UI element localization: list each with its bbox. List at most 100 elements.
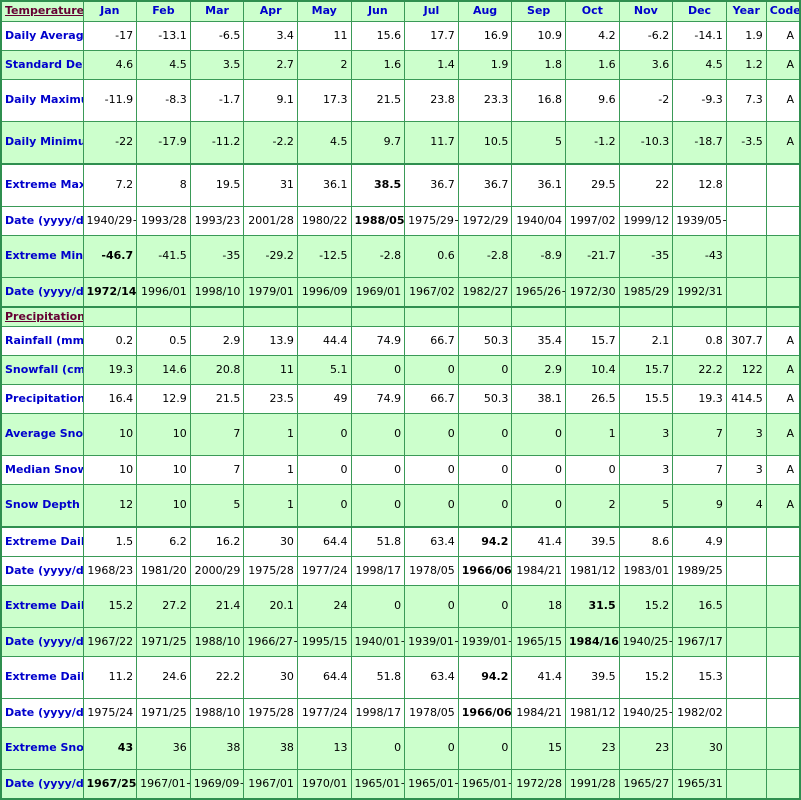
cell-value: 1965/15	[511, 627, 566, 657]
cell-value: 1981/12	[564, 698, 620, 728]
cell-value: 6.2	[136, 526, 191, 557]
cell-value: 0	[296, 484, 352, 528]
cell-value: -17	[82, 21, 138, 51]
cell-value: 7	[189, 413, 245, 456]
cell-value: 50.3	[457, 384, 513, 414]
cell-value: -14.1	[672, 21, 727, 51]
cell-value: 38	[243, 727, 298, 770]
cell-value: 22	[618, 163, 674, 207]
cell-value: -6.2	[618, 21, 674, 51]
cell-value: 11	[243, 355, 298, 385]
cell-value: -17.9	[136, 121, 191, 165]
cell-value: 1970/01	[296, 769, 352, 800]
cell-value: -13.1	[136, 21, 191, 51]
cell-value: 5	[189, 484, 245, 528]
cell-value: 11.7	[404, 121, 459, 165]
cell-value: 21.4	[189, 585, 245, 628]
cell-value: 1967/02	[404, 277, 459, 308]
cell-value: 3	[725, 455, 767, 485]
cell-value: 38.5	[350, 163, 406, 207]
cell-value: -1.2	[564, 121, 620, 165]
section-row-spacer	[404, 306, 459, 327]
row-label: Extreme Maximum (°C)	[0, 163, 84, 207]
cell-value: 1	[243, 413, 298, 456]
cell-value: 31	[243, 163, 298, 207]
cell-value: 1969/09+	[189, 769, 245, 800]
cell-value: 18	[511, 585, 566, 628]
cell-value	[725, 163, 767, 207]
cell-value: 0	[296, 455, 352, 485]
cell-value: 3.4	[243, 21, 298, 51]
cell-value: 0	[350, 455, 406, 485]
cell-value: 0.5	[136, 326, 191, 356]
cell-value: 13	[296, 727, 352, 770]
cell-value: 1998/17	[350, 698, 406, 728]
table-row: Extreme Daily Precipitation (mm)11.224.6…	[0, 656, 801, 699]
cell-value: 1998/10	[189, 277, 245, 308]
cell-value	[725, 206, 767, 236]
row-label: Date (yyyy/dd)	[0, 627, 84, 657]
cell-value: 0	[404, 727, 459, 770]
cell-value: 1999/12	[618, 206, 674, 236]
cell-code	[765, 769, 801, 800]
cell-value: 4.9	[672, 526, 727, 557]
column-header-jun: Jun	[350, 0, 406, 22]
cell-value: -3.5	[725, 121, 767, 165]
cell-code: A	[765, 79, 801, 122]
cell-value: 10	[136, 455, 191, 485]
cell-value: 15.2	[618, 585, 674, 628]
row-label: Extreme Snow Depth (cm)	[0, 727, 84, 770]
column-header-feb: Feb	[136, 0, 191, 22]
table-row: Daily Minimum (°C)-22-17.9-11.2-2.24.59.…	[0, 121, 801, 165]
cell-value: 0	[564, 455, 620, 485]
cell-code: A	[765, 355, 801, 385]
cell-value: 1983/01	[618, 556, 674, 586]
cell-value	[725, 235, 767, 278]
cell-value: 51.8	[350, 656, 406, 699]
cell-value: 4.5	[296, 121, 352, 165]
cell-value	[725, 556, 767, 586]
section-row-spacer	[189, 306, 245, 327]
cell-value: -10.3	[618, 121, 674, 165]
cell-value: 1967/22	[82, 627, 138, 657]
cell-value: 31.5	[564, 585, 620, 628]
cell-value: 66.7	[404, 326, 459, 356]
table-row: Rainfall (mm) 0.2 0.5 2.9 13.9 44.4 74.9 66.7 50…	[0, 326, 801, 356]
cell-value: 0	[457, 585, 513, 628]
cell-value: 30	[243, 526, 298, 557]
row-label: Date (yyyy/dd)	[0, 698, 84, 728]
cell-value: 21.5	[189, 384, 245, 414]
table-row: Date (yyyy/dd)1975/241971/251988/101975/…	[0, 698, 801, 728]
cell-value: 22.2	[672, 355, 727, 385]
cell-code	[765, 585, 801, 628]
cell-value: 1939/05+	[672, 206, 727, 236]
cell-value: 1.2	[725, 50, 767, 80]
cell-value: 1966/06	[457, 698, 513, 728]
cell-value: 1984/21	[511, 698, 566, 728]
cell-value: 2.9	[189, 326, 245, 356]
cell-value: -22	[82, 121, 138, 165]
cell-value: 0.6	[404, 235, 459, 278]
cell-value: 17.3	[296, 79, 352, 122]
cell-value: 23.3	[457, 79, 513, 122]
cell-value: 9.6	[564, 79, 620, 122]
row-label: Date (yyyy/dd)	[0, 769, 84, 800]
cell-value: 15.7	[564, 326, 620, 356]
cell-value: 1972/30	[564, 277, 620, 308]
cell-value: 0	[296, 413, 352, 456]
column-header-year: Year	[725, 0, 767, 22]
table-row: Extreme Snow Depth (cm)43363838130001523…	[0, 727, 801, 770]
cell-value: 15.6	[350, 21, 406, 51]
cell-value: 20.1	[243, 585, 298, 628]
cell-value: 1996/09	[296, 277, 352, 308]
cell-value: 23.8	[404, 79, 459, 122]
cell-value: -35	[189, 235, 245, 278]
cell-value: 21.5	[350, 79, 406, 122]
section-row-spacer	[618, 306, 674, 327]
cell-value: 1965/27	[618, 769, 674, 800]
cell-value: 1993/28	[136, 206, 191, 236]
cell-value: 1967/01+	[136, 769, 191, 800]
cell-value: 1965/01+	[457, 769, 513, 800]
cell-value: 10	[82, 413, 138, 456]
table-row: Extreme Minimum (°C)-46.7-41.5-35-29.2-1…	[0, 235, 801, 278]
